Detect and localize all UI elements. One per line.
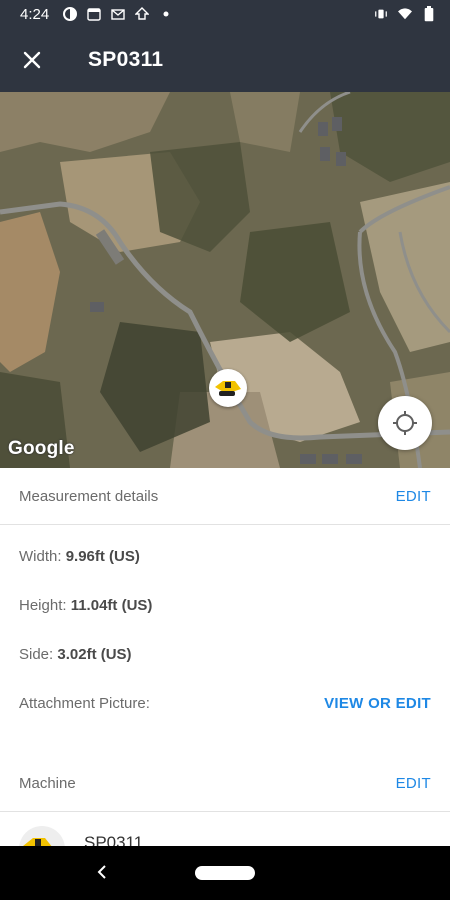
dot-icon bbox=[159, 7, 173, 21]
attachment-label: Attachment Picture: bbox=[19, 694, 150, 712]
side-label: Side: bbox=[19, 646, 54, 663]
calendar-icon bbox=[87, 7, 101, 21]
crosshair-icon bbox=[393, 411, 417, 435]
vibrate-icon bbox=[374, 7, 388, 21]
divider bbox=[0, 524, 450, 525]
battery-icon bbox=[422, 6, 436, 22]
status-system-icons bbox=[374, 6, 436, 22]
side-row: Side: 3.02ft (US) bbox=[19, 646, 132, 663]
page-title: SP0311 bbox=[88, 48, 164, 71]
system-nav-bar bbox=[0, 846, 450, 900]
status-time: 4:24 bbox=[20, 5, 50, 23]
machine-edit-button[interactable]: EDIT bbox=[396, 775, 431, 792]
excavator-icon bbox=[215, 381, 241, 396]
my-location-button[interactable] bbox=[378, 396, 432, 450]
machine-marker[interactable] bbox=[209, 369, 247, 407]
nav-back-button[interactable] bbox=[90, 860, 114, 884]
circle-half-icon bbox=[63, 7, 78, 21]
width-row: Width: 9.96ft (US) bbox=[19, 548, 140, 565]
height-label: Height: bbox=[19, 597, 67, 614]
satellite-map[interactable]: Google bbox=[0, 92, 450, 468]
status-bar: 4:24 bbox=[0, 0, 450, 28]
upload-icon bbox=[135, 7, 150, 21]
height-row: Height: 11.04ft (US) bbox=[19, 597, 152, 614]
side-value: 3.02ft (US) bbox=[57, 646, 132, 663]
close-icon bbox=[23, 51, 41, 69]
chevron-left-icon bbox=[97, 865, 106, 879]
close-button[interactable] bbox=[0, 28, 64, 92]
machine-section-label: Machine bbox=[19, 774, 76, 792]
measurement-edit-button[interactable]: EDIT bbox=[396, 488, 431, 505]
width-value: 9.96ft (US) bbox=[65, 548, 140, 565]
divider bbox=[0, 811, 450, 812]
width-label: Width: bbox=[19, 548, 62, 565]
view-or-edit-button[interactable]: VIEW OR EDIT bbox=[324, 695, 431, 712]
app-bar: SP0311 bbox=[0, 28, 450, 92]
machine-header: Machine EDIT bbox=[0, 765, 450, 801]
google-logo: Google bbox=[8, 438, 75, 459]
wifi-icon bbox=[398, 7, 412, 21]
measurement-section-label: Measurement details bbox=[19, 487, 159, 505]
height-value: 11.04ft (US) bbox=[70, 597, 153, 614]
gmail-icon bbox=[111, 7, 125, 21]
status-notification-icons bbox=[63, 7, 173, 21]
attachment-row: Attachment Picture: VIEW OR EDIT bbox=[0, 685, 450, 721]
measurement-header: Measurement details EDIT bbox=[0, 478, 450, 514]
nav-home-button[interactable] bbox=[195, 866, 255, 880]
